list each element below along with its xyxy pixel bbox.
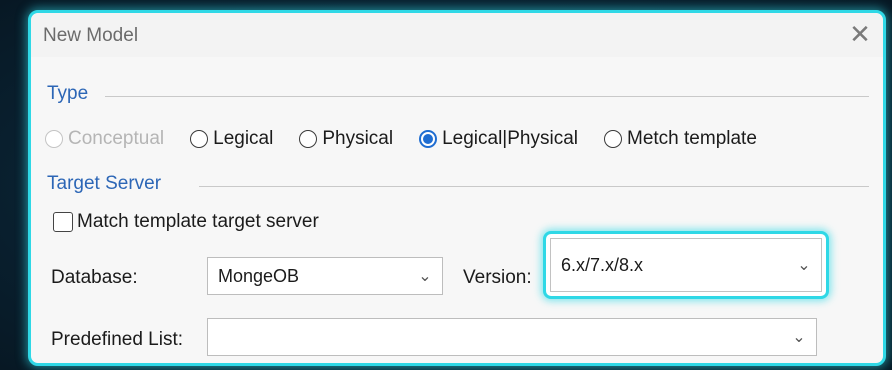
match-template-target-label: Match template target server	[77, 211, 319, 232]
radio-physical[interactable]: Physical	[299, 128, 393, 150]
radio-match-template-circle	[604, 130, 622, 148]
type-section-divider	[105, 96, 869, 97]
target-server-section-label: Target Server	[47, 173, 162, 194]
radio-conceptual[interactable]: Conceptual	[45, 128, 164, 150]
predefined-list-select[interactable]: ⌄	[207, 318, 817, 356]
radio-legical-label: Legical	[213, 128, 274, 149]
type-radio-group: Conceptual Legical Physical Legical|Phys…	[45, 125, 757, 153]
type-section-label: Type	[47, 83, 89, 104]
radio-conceptual-circle	[45, 130, 63, 148]
radio-physical-label: Physical	[322, 128, 394, 149]
version-select[interactable]: 6.x/7.x/8.x ⌄	[543, 231, 829, 299]
radio-physical-circle	[299, 130, 318, 148]
radio-conceptual-label: Conceptual	[68, 128, 165, 149]
radio-legical[interactable]: Legical	[190, 128, 273, 150]
close-icon[interactable]: ✕	[845, 19, 875, 49]
radio-legical-physical[interactable]: Legical|Physical	[419, 128, 578, 150]
checkbox-box	[53, 212, 73, 232]
title-bar: New Model ✕	[31, 13, 883, 57]
database-select-value: MongeOB	[218, 265, 300, 286]
chevron-down-icon: ⌄	[797, 257, 811, 274]
radio-match-template[interactable]: Metch template	[604, 128, 757, 150]
target-server-divider	[199, 186, 869, 187]
database-select[interactable]: MongeOB ⌄	[207, 257, 443, 295]
dialog-title: New Model	[43, 25, 139, 46]
version-label: Version:	[463, 267, 532, 288]
chevron-down-icon: ⌄	[418, 268, 432, 285]
version-select-inner: 6.x/7.x/8.x ⌄	[550, 238, 822, 292]
radio-legical-circle	[190, 130, 209, 148]
new-model-dialog: New Model ✕ Type Conceptual Legical Phys…	[28, 10, 886, 366]
match-template-target-checkbox[interactable]: Match template target server	[53, 211, 319, 233]
chevron-down-icon: ⌄	[792, 329, 806, 346]
predefined-list-label: Predefined List:	[51, 329, 184, 350]
database-label: Database:	[51, 267, 138, 288]
version-select-value: 6.x/7.x/8.x	[561, 254, 644, 275]
radio-legical-physical-label: Legical|Physical	[442, 128, 578, 149]
radio-legical-physical-circle	[419, 130, 438, 148]
radio-match-template-label: Metch template	[627, 128, 757, 149]
